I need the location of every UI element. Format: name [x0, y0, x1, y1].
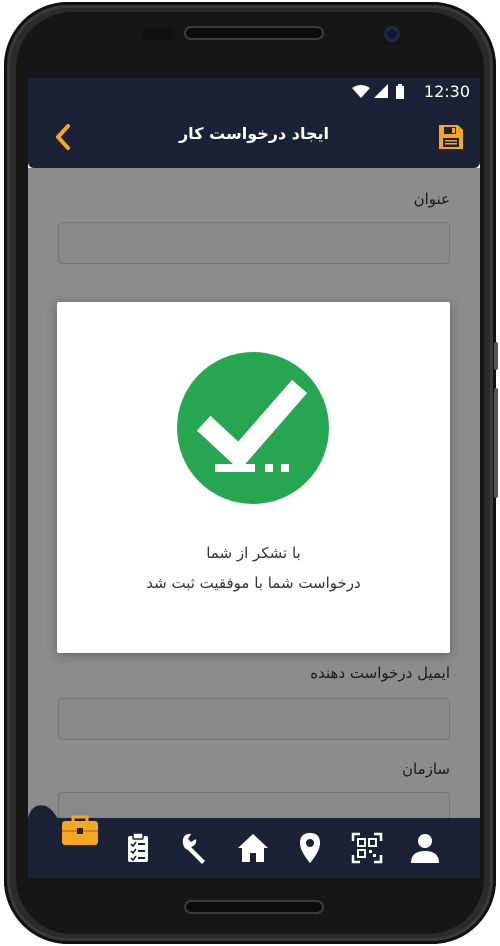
page-title: ایجاد درخواست کار [178, 124, 330, 143]
status-bar: 12:30 [28, 78, 480, 106]
screen: 12:30 ایجاد درخواست کار عنوان ایمیل درخو… [28, 78, 480, 878]
wrench-icon [182, 833, 205, 864]
bottom-speaker [184, 900, 324, 914]
power-button [494, 342, 498, 370]
proximity-sensor [142, 28, 176, 40]
success-check-icon [177, 352, 329, 504]
briefcase-icon [62, 815, 98, 845]
wifi-icon [352, 85, 370, 98]
success-message-body: درخواست شما با موفقیت ثبت شد [146, 574, 361, 592]
earpiece-speaker [184, 26, 324, 40]
location-pin-icon [300, 833, 320, 863]
nav-item-tasks[interactable] [120, 830, 156, 866]
success-dialog: با تشکر از شما درخواست شما با موفقیت ثبت… [57, 302, 450, 653]
save-button[interactable] [436, 122, 466, 152]
signal-icon [374, 84, 388, 98]
save-icon [439, 125, 463, 149]
volume-button [494, 388, 498, 498]
clipboard-icon [128, 832, 148, 862]
nav-item-tools[interactable] [177, 830, 213, 866]
qr-scan-icon [351, 832, 383, 864]
nav-item-qr[interactable] [349, 830, 385, 866]
status-time: 12:30 [423, 82, 470, 101]
success-message-title: با تشکر از شما [206, 544, 301, 562]
battery-icon [396, 84, 404, 99]
nav-item-home[interactable] [235, 830, 271, 866]
app-bar: ایجاد درخواست کار [28, 106, 480, 168]
work-request-fab[interactable] [60, 812, 100, 848]
nav-item-profile[interactable] [407, 830, 443, 866]
home-icon [238, 834, 268, 862]
user-icon [411, 834, 439, 863]
nav-item-location[interactable] [292, 830, 328, 866]
status-icons [352, 84, 404, 99]
front-camera [384, 26, 400, 42]
